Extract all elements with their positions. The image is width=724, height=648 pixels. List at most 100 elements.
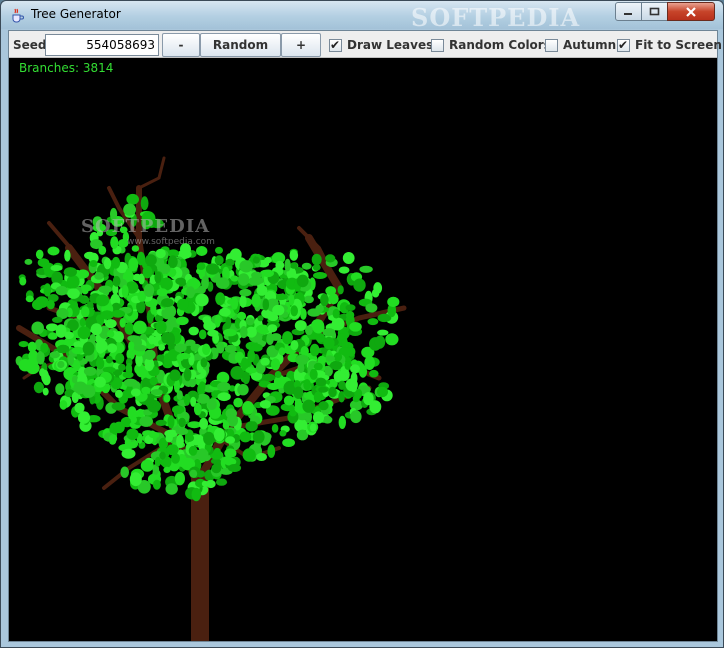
leaf	[52, 316, 63, 323]
leaf	[95, 339, 106, 354]
leaf	[79, 317, 86, 327]
leaf	[47, 246, 60, 256]
leaf	[359, 265, 373, 273]
leaf	[312, 411, 325, 424]
leaf	[369, 369, 379, 378]
leaf	[25, 295, 34, 303]
leaf	[40, 342, 49, 354]
leaf	[215, 292, 226, 306]
leaf	[19, 276, 27, 286]
checkbox-box[interactable]: ✔	[617, 37, 630, 52]
seed-input[interactable]	[45, 34, 159, 56]
random-seed-button[interactable]: Random	[200, 33, 281, 57]
tree-canvas[interactable]: Branches: 3814 SOFTPEDIA www.softpedia.c…	[9, 58, 717, 641]
leaf	[130, 388, 141, 397]
leaf	[82, 341, 95, 356]
leaf	[165, 332, 176, 347]
leaf	[311, 253, 322, 266]
leaf	[251, 293, 261, 308]
java-cup-icon	[12, 8, 24, 23]
leaf	[111, 309, 125, 318]
increment-seed-button[interactable]: +	[281, 33, 321, 57]
leaf	[198, 329, 207, 340]
leaf	[155, 248, 166, 259]
title-bar[interactable]: Tree Generator SOFTPEDIA	[1, 1, 723, 32]
leaf	[215, 478, 228, 486]
leaf	[130, 416, 137, 424]
leaf	[242, 401, 254, 415]
leaf	[300, 308, 307, 320]
leaf	[150, 389, 163, 396]
leaf	[255, 362, 263, 374]
leaf	[312, 264, 321, 271]
leaf	[294, 320, 307, 331]
leaf	[129, 472, 142, 487]
leaf	[177, 352, 191, 360]
leaf	[85, 354, 94, 362]
leaf	[154, 456, 161, 467]
leaf	[270, 333, 282, 341]
window-title: Tree Generator	[31, 7, 121, 21]
leaf	[133, 344, 147, 352]
leaf	[239, 294, 247, 308]
tree-drawing	[15, 156, 407, 641]
leaf	[103, 257, 112, 270]
leaf	[385, 333, 399, 346]
leaf	[89, 260, 98, 267]
leaf	[213, 427, 225, 442]
minimize-button[interactable]	[615, 2, 642, 21]
leaf	[156, 288, 168, 297]
random-colors-checkbox[interactable]: Random Colors	[431, 38, 551, 52]
leaf	[257, 315, 264, 322]
leaf	[262, 373, 276, 382]
leaf	[18, 341, 29, 348]
leaf	[158, 344, 166, 351]
leaf	[122, 371, 134, 379]
watermark-url: www.softpedia.com	[127, 237, 215, 247]
checkbox-box[interactable]: ✔	[329, 38, 342, 52]
leaf	[149, 431, 160, 439]
leaf	[250, 421, 258, 431]
leaf	[141, 386, 151, 395]
leaf	[154, 271, 162, 284]
leaf	[338, 266, 350, 274]
checkmark-icon: ✔	[618, 37, 629, 52]
leaf	[55, 383, 65, 395]
draw-leaves-checkbox[interactable]: ✔ Draw Leaves	[329, 38, 433, 52]
leaf	[225, 436, 236, 444]
checkbox-box[interactable]	[431, 38, 444, 52]
leaf	[24, 258, 33, 265]
leaf	[350, 410, 362, 424]
leaf	[111, 256, 121, 269]
leaf	[195, 293, 209, 307]
leaf	[219, 307, 231, 317]
leaf	[245, 367, 258, 374]
toolbar: Seed: - Random + ✔ Draw Leaves Random Co…	[9, 31, 722, 58]
leaf	[284, 258, 291, 272]
leaf	[303, 392, 311, 399]
leaf	[90, 323, 103, 336]
leaf	[349, 322, 362, 332]
leaf	[31, 321, 44, 335]
leaf	[199, 417, 209, 430]
leaf	[113, 421, 125, 434]
leaf	[175, 427, 189, 436]
leaf	[211, 463, 222, 474]
leaf	[279, 430, 287, 437]
maximize-button[interactable]	[641, 2, 668, 21]
leaf	[163, 466, 171, 473]
leaf	[271, 424, 279, 433]
leaf	[84, 251, 96, 260]
leaf	[313, 362, 323, 371]
decrement-seed-button[interactable]: -	[162, 33, 200, 57]
leaf	[165, 483, 178, 495]
checkbox-box[interactable]	[545, 38, 558, 52]
leaf	[140, 196, 149, 211]
close-button[interactable]	[667, 2, 715, 21]
leaf	[132, 273, 142, 281]
leaf	[174, 471, 185, 486]
autumn-checkbox[interactable]: Autumn	[545, 38, 616, 52]
leaf	[270, 358, 281, 371]
leaf	[303, 295, 314, 304]
fit-to-screen-checkbox[interactable]: ✔ Fit to Screen	[617, 38, 722, 52]
